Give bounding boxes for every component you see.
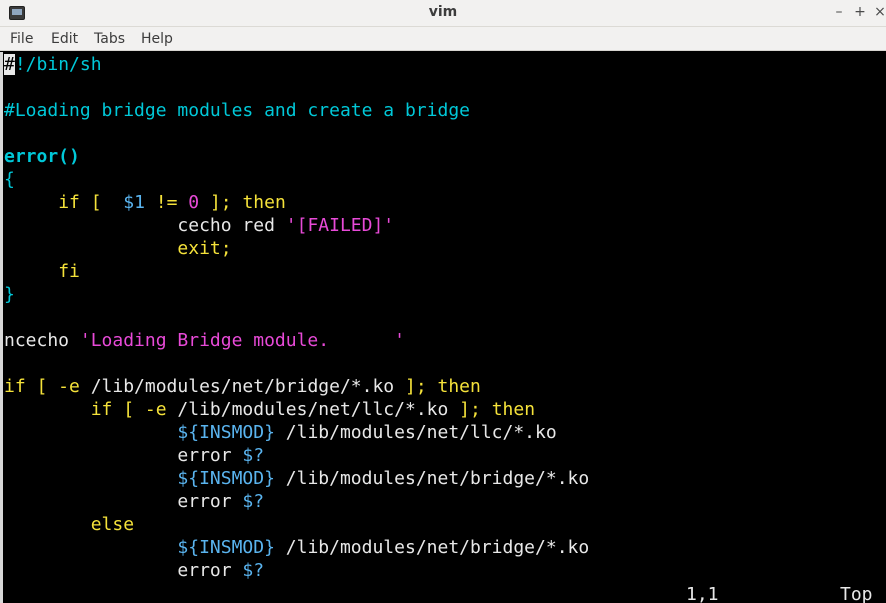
code-line[interactable]: exit;	[4, 237, 589, 260]
close-button[interactable]: ×	[871, 3, 886, 21]
code-token: '[FAILED]'	[285, 215, 395, 236]
code-token: ]; then	[199, 192, 286, 213]
code-token: fi	[58, 261, 80, 282]
code-token: !/bin/sh	[14, 54, 102, 75]
code-line[interactable]: error()	[4, 145, 589, 168]
code-line[interactable]: fi	[4, 260, 589, 283]
code-token: $1	[123, 192, 145, 213]
title-bar: vim – + ×	[0, 0, 886, 27]
code-line[interactable]	[4, 306, 589, 329]
cursor-position: 1,1	[686, 584, 719, 603]
menu-edit[interactable]: Edit	[51, 31, 78, 47]
code-line[interactable]: ${INSMOD} /lib/modules/net/bridge/*.ko	[4, 536, 589, 559]
code-token: ${INSMOD}	[177, 422, 275, 443]
text-cursor: #	[4, 54, 15, 75]
vim-editor-area[interactable]: #!/bin/sh #Loading bridge modules and cre…	[0, 52, 886, 603]
code-token: ${INSMOD}	[177, 537, 275, 558]
maximize-button[interactable]: +	[851, 3, 869, 21]
code-token: $?	[242, 491, 265, 512]
code-token: $?	[242, 445, 265, 466]
menu-bar: File Edit Tabs Help	[0, 27, 886, 51]
code-line[interactable]: cecho red '[FAILED]'	[4, 214, 589, 237]
code-token: cecho red	[4, 215, 286, 236]
menu-tabs[interactable]: Tabs	[94, 31, 125, 47]
code-buffer[interactable]: #!/bin/sh #Loading bridge modules and cre…	[4, 53, 589, 582]
code-line[interactable]	[4, 352, 589, 375]
code-token: if	[58, 192, 80, 213]
code-token: 'Loading Bridge module. '	[79, 330, 405, 351]
code-line[interactable]: error $?	[4, 559, 589, 582]
window-title: vim	[428, 4, 458, 20]
code-line[interactable]: #!/bin/sh	[4, 53, 589, 76]
code-token: ]; then	[394, 376, 481, 397]
code-token: exit;	[177, 238, 232, 259]
code-line[interactable]	[4, 76, 589, 99]
code-token: /lib/modules/net/bridge/*.ko	[274, 537, 590, 558]
code-token: #Loading bridge modules and create a bri…	[4, 100, 470, 121]
menu-file[interactable]: File	[10, 31, 33, 47]
code-token: /lib/modules/net/bridge/*.ko	[90, 376, 395, 397]
scroll-position: Top	[840, 584, 873, 603]
code-token: /lib/modules/net/llc/*.ko	[177, 399, 449, 420]
code-line[interactable]: error $?	[4, 490, 589, 513]
code-token: error()	[4, 146, 80, 167]
code-token: error	[4, 491, 243, 512]
code-token: ncecho	[4, 330, 80, 351]
code-line[interactable]: if [ $1 != 0 ]; then	[4, 191, 589, 214]
code-line[interactable]: ${INSMOD} /lib/modules/net/bridge/*.ko	[4, 467, 589, 490]
code-line[interactable]: if [ -e /lib/modules/net/llc/*.ko ]; the…	[4, 398, 589, 421]
code-token: ${INSMOD}	[177, 468, 275, 489]
code-token: ]; then	[448, 399, 536, 420]
code-line[interactable]: {	[4, 168, 589, 191]
code-token: else	[90, 514, 135, 535]
code-token: error	[4, 560, 243, 581]
code-line[interactable]: #Loading bridge modules and create a bri…	[4, 99, 589, 122]
code-line[interactable]: ncecho 'Loading Bridge module. '	[4, 329, 589, 352]
code-token: !=	[144, 192, 189, 213]
code-token: if [ -e	[90, 399, 178, 420]
menu-help[interactable]: Help	[141, 31, 173, 47]
code-line[interactable]: error $?	[4, 444, 589, 467]
code-line[interactable]: }	[4, 283, 589, 306]
code-token: /lib/modules/net/llc/*.ko	[274, 422, 557, 443]
code-token: 0	[188, 192, 200, 213]
code-token: [	[79, 192, 124, 213]
code-line[interactable]: if [ -e /lib/modules/net/bridge/*.ko ]; …	[4, 375, 589, 398]
code-token: $?	[242, 560, 265, 581]
code-token: if [ -e	[4, 376, 91, 397]
window-left-edge	[0, 52, 3, 603]
code-line[interactable]	[4, 122, 589, 145]
code-token: error	[4, 445, 243, 466]
code-line[interactable]: else	[4, 513, 589, 536]
minimize-button[interactable]: –	[830, 3, 848, 21]
code-token: {	[4, 169, 15, 190]
code-token: }	[4, 284, 15, 305]
code-token: /lib/modules/net/bridge/*.ko	[274, 468, 590, 489]
code-line[interactable]: ${INSMOD} /lib/modules/net/llc/*.ko	[4, 421, 589, 444]
